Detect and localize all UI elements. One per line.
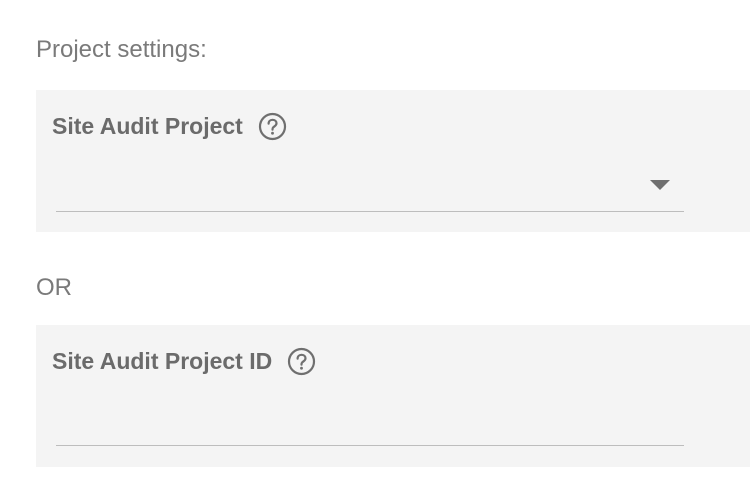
- site-audit-project-id-title: Site Audit Project ID: [52, 348, 273, 374]
- question-circle-icon[interactable]: [258, 112, 287, 141]
- input-underline: [56, 445, 684, 446]
- site-audit-project-id-panel: Site Audit Project ID: [36, 325, 750, 467]
- chevron-down-icon: [650, 180, 670, 190]
- project-settings-label: Project settings:: [36, 36, 207, 63]
- question-circle-icon[interactable]: [287, 347, 316, 376]
- site-audit-project-dropdown[interactable]: [56, 164, 684, 208]
- site-audit-project-id-input[interactable]: [56, 403, 684, 443]
- site-audit-project-id-header: Site Audit Project ID: [52, 347, 316, 376]
- site-audit-project-header: Site Audit Project: [52, 112, 287, 141]
- dropdown-underline: [56, 211, 684, 212]
- site-audit-project-title: Site Audit Project: [52, 113, 243, 139]
- site-audit-project-panel: Site Audit Project: [36, 90, 750, 232]
- or-label: OR: [36, 274, 72, 301]
- project-settings-form: Project settings: Site Audit Project OR …: [0, 0, 750, 494]
